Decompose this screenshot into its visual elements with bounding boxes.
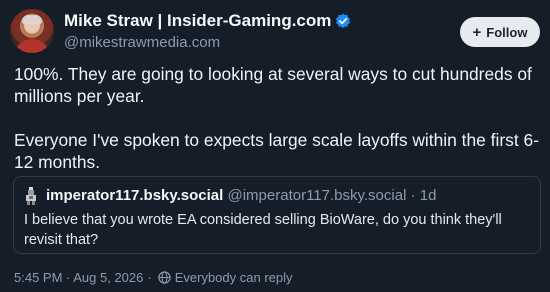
follow-button-label: Follow [486, 24, 528, 40]
quote-separator: · [410, 187, 416, 204]
reply-setting[interactable]: Everybody can reply [175, 270, 293, 285]
quote-age: 1d [419, 187, 437, 204]
avatar-shirt [14, 39, 50, 53]
quote-text: I believe that you wrote EA considered s… [24, 212, 502, 248]
quote-author-handle[interactable]: @imperator117.bsky.social [228, 187, 407, 204]
post-paragraph: 100%. They are going to looking at sever… [14, 64, 532, 106]
author-avatar[interactable] [10, 9, 54, 53]
verified-check-icon [336, 13, 351, 28]
quote-author-avatar[interactable] [24, 187, 38, 205]
post-meta: 5:45 PM · Aug 5, 2026 · Everybody can re… [14, 270, 293, 285]
post-paragraph: Everyone I've spoken to expects large sc… [14, 130, 539, 172]
author-name[interactable]: Mike Straw | Insider-Gaming.com [64, 11, 331, 30]
globe-icon [158, 271, 171, 284]
avatar-hair [22, 15, 42, 24]
post-card: Mike Straw | Insider-Gaming.com @mikestr… [0, 0, 550, 292]
meta-separator: · [147, 270, 152, 285]
post-timestamp[interactable]: 5:45 PM · Aug 5, 2026 [14, 270, 143, 285]
quoted-post[interactable]: imperator117.bsky.social @imperator117.b… [13, 176, 541, 254]
author-handle[interactable]: @mikestrawmedia.com [64, 34, 220, 51]
follow-button[interactable]: + Follow [460, 17, 540, 47]
plus-icon: + [472, 23, 482, 41]
post-text: 100%. They are going to looking at sever… [14, 63, 540, 173]
author-name-row[interactable]: Mike Straw | Insider-Gaming.com [64, 11, 351, 31]
quote-header: imperator117.bsky.social @imperator117.b… [46, 187, 436, 204]
quote-author-name[interactable]: imperator117.bsky.social [46, 187, 223, 204]
